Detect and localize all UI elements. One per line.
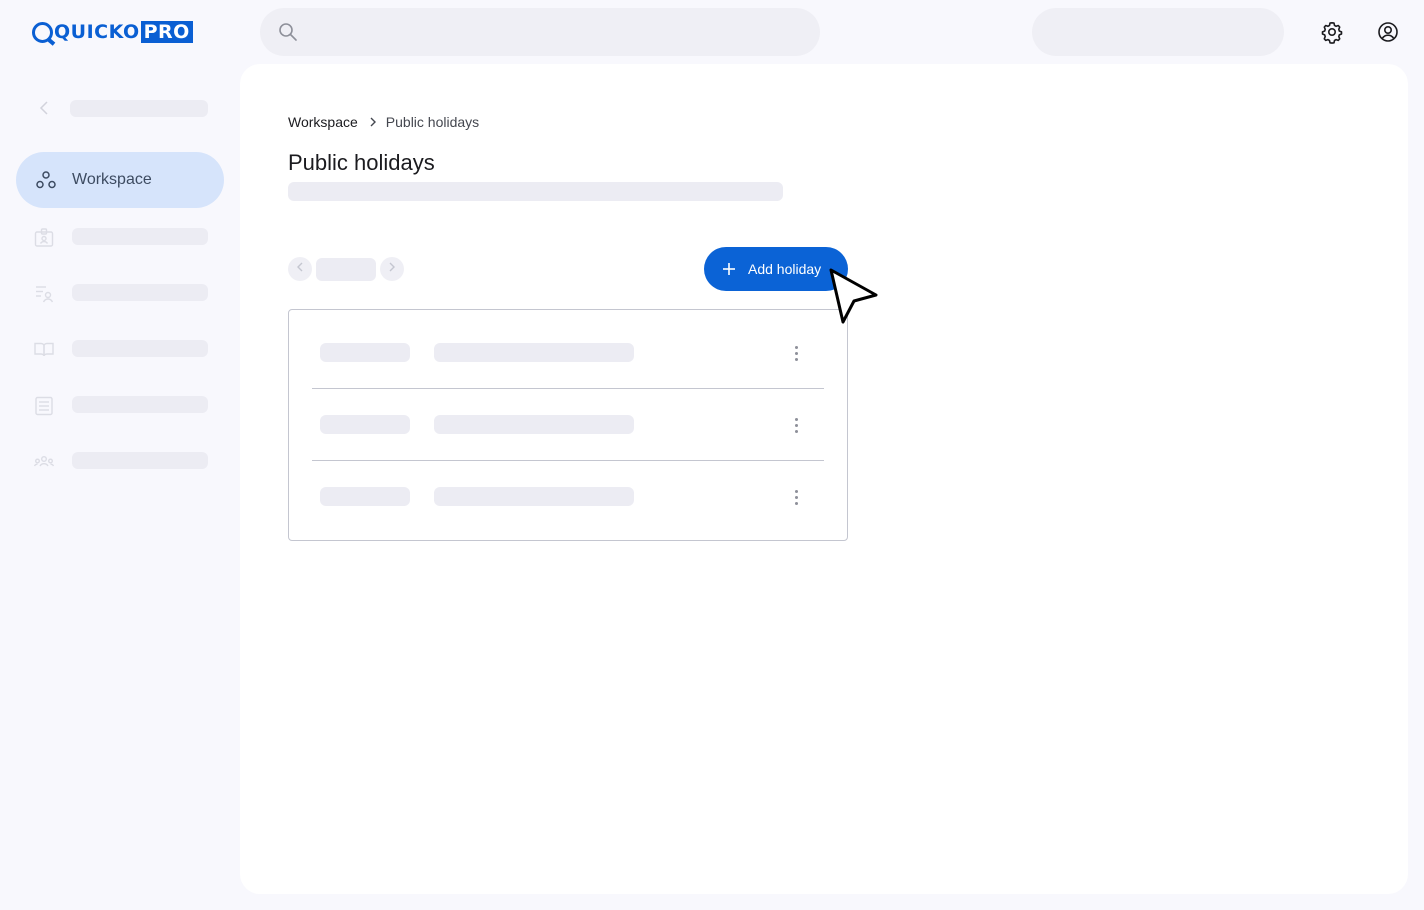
workspace-icon	[34, 168, 58, 192]
breadcrumb-item-workspace[interactable]: Workspace	[288, 114, 358, 130]
holiday-name-placeholder	[434, 487, 634, 506]
page-title: Public holidays	[288, 150, 435, 175]
breadcrumb: Workspace Public holidays	[288, 114, 479, 130]
sidebar-item-placeholder[interactable]	[72, 452, 208, 469]
account-circle-icon[interactable]	[1376, 20, 1400, 44]
holiday-name-placeholder	[434, 343, 634, 362]
document-list-icon[interactable]	[32, 394, 56, 418]
chevron-left-icon	[295, 260, 305, 278]
sidebar-header-placeholder	[70, 100, 208, 117]
id-badge-icon[interactable]	[32, 226, 56, 250]
search-icon	[278, 22, 298, 47]
more-vert-icon[interactable]	[794, 490, 798, 505]
table-row[interactable]	[289, 310, 847, 382]
previous-year-button[interactable]	[288, 257, 312, 281]
chevron-right-icon	[387, 260, 397, 278]
holiday-name-placeholder	[434, 415, 634, 434]
logo-q-glyph	[32, 21, 53, 43]
sidebar-item-placeholder[interactable]	[72, 284, 208, 301]
chevron-left-icon	[38, 101, 52, 120]
more-vert-icon[interactable]	[794, 346, 798, 361]
table-row[interactable]	[289, 454, 847, 526]
year-label-placeholder	[316, 258, 376, 281]
book-icon[interactable]	[32, 338, 56, 362]
brand-logo[interactable]: QUICKO PRO	[32, 20, 193, 44]
page-description-placeholder	[288, 182, 783, 201]
add-holiday-label: Add holiday	[748, 261, 822, 277]
holiday-date-placeholder	[320, 487, 410, 506]
list-person-icon[interactable]	[32, 282, 56, 306]
logo-badge: PRO	[140, 21, 193, 43]
sidebar-item-placeholder[interactable]	[72, 228, 208, 245]
holidays-table	[288, 309, 848, 541]
holiday-date-placeholder	[320, 415, 410, 434]
workspace-selector-placeholder[interactable]	[1032, 8, 1284, 56]
plus-icon	[722, 262, 736, 276]
mouse-pointer-icon	[826, 266, 882, 333]
sidebar-item-placeholder[interactable]	[72, 396, 208, 413]
sidebar-item-label: Workspace	[72, 171, 152, 188]
next-year-button[interactable]	[380, 257, 404, 281]
sidebar-item-placeholder[interactable]	[72, 340, 208, 357]
group-icon[interactable]	[32, 450, 56, 474]
logo-text: QUICKO	[54, 21, 140, 43]
more-vert-icon[interactable]	[794, 418, 798, 433]
breadcrumb-item-current: Public holidays	[385, 114, 480, 130]
holiday-date-placeholder	[320, 343, 410, 362]
chevron-right-icon	[369, 116, 377, 128]
search-input[interactable]	[260, 8, 820, 56]
table-row[interactable]	[289, 382, 847, 454]
gear-icon[interactable]	[1320, 20, 1344, 44]
sidebar-item-workspace[interactable]: Workspace	[16, 152, 224, 208]
collapse-sidebar-button[interactable]	[38, 100, 52, 121]
